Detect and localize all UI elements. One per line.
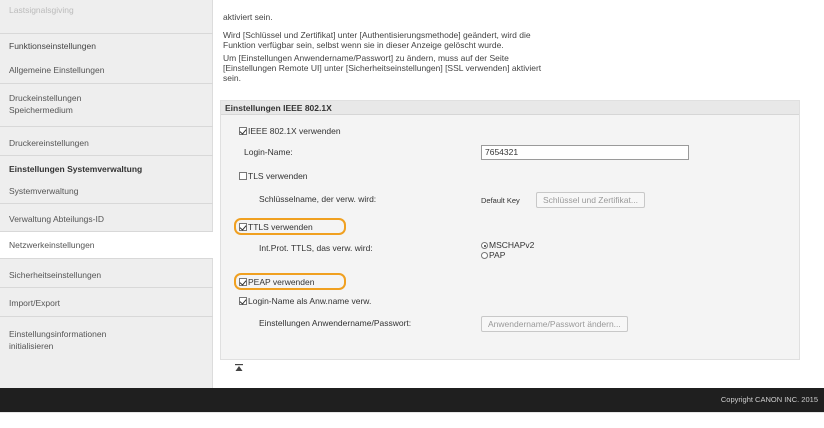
- sidebar-item-label: Druckeinstellungen: [9, 93, 82, 103]
- sidebar-separator: [0, 33, 213, 34]
- checkbox-label: TTLS verwenden: [248, 222, 313, 232]
- default-key-value: Default Key: [481, 196, 520, 205]
- footer: Copyright CANON INC. 2015: [0, 388, 824, 412]
- radio-unselected-icon[interactable]: [481, 252, 488, 259]
- login-name-label: Login-Name:: [244, 147, 293, 157]
- main-content: aktiviert sein. Wird [Schlüssel und Zert…: [214, 0, 824, 388]
- sidebar-item-department-id[interactable]: Verwaltung Abteilungs-ID: [0, 213, 213, 225]
- sidebar-item-faded[interactable]: Lastsignalsgiving: [0, 4, 213, 16]
- checkbox-checked-icon[interactable]: [239, 278, 247, 286]
- sidebar-separator: [0, 287, 213, 288]
- sidebar-section-function-settings: Funktionseinstellungen: [9, 41, 96, 51]
- use-ieee-8021x-checkbox[interactable]: IEEE 802.1X verwenden: [239, 126, 341, 136]
- login-name-as-username-checkbox[interactable]: Login-Name als Anw.name verw.: [239, 296, 371, 306]
- sidebar-section-system-management: Einstellungen Systemverwaltung: [9, 164, 143, 174]
- checkbox-label: Login-Name als Anw.name verw.: [248, 296, 372, 306]
- sidebar-separator: [0, 83, 213, 84]
- checkbox-label: IEEE 802.1X verwenden: [248, 126, 341, 136]
- description-line: [Einstellungen Remote UI] unter [Sicherh…: [223, 63, 542, 73]
- radio-selected-icon[interactable]: [481, 242, 488, 249]
- sidebar-item-network-settings[interactable]: Netzwerkeinstellungen: [0, 231, 213, 259]
- key-and-certificate-button[interactable]: Schlüssel und Zertifikat...: [536, 192, 645, 208]
- sidebar-item-general-settings[interactable]: Allgemeine Einstellungen: [0, 64, 213, 76]
- checkbox-checked-icon[interactable]: [239, 127, 247, 135]
- ieee-8021x-settings-panel: Einstellungen IEEE 802.1X IEEE 802.1X ve…: [220, 100, 800, 360]
- sidebar-separator: [0, 203, 213, 204]
- sidebar-item-label: Speichermedium: [9, 105, 73, 115]
- sidebar-separator: [0, 316, 213, 317]
- checkbox-checked-icon[interactable]: [239, 297, 247, 305]
- bottom-strip: [0, 412, 824, 428]
- section-title: Einstellungen IEEE 802.1X: [221, 101, 799, 115]
- description-line: aktiviert sein.: [223, 12, 273, 22]
- checkbox-label: PEAP verwenden: [248, 277, 315, 287]
- sidebar-separator: [0, 155, 213, 156]
- description-line: Wird [Schlüssel und Zertifikat] unter [A…: [223, 30, 531, 40]
- copyright-text: Copyright CANON INC. 2015: [720, 395, 818, 404]
- login-name-input[interactable]: 7654321: [481, 145, 689, 160]
- description-line: Funktion verfügbar sein, selbst wenn sie…: [223, 40, 504, 50]
- checkbox-unchecked-icon[interactable]: [239, 172, 247, 180]
- sidebar: Lastsignalsgiving Funktionseinstellungen…: [0, 0, 213, 388]
- sidebar-item-security-settings[interactable]: Sicherheitseinstellungen: [0, 269, 213, 281]
- sidebar-item-label: Einstellungsinformationen: [9, 329, 107, 339]
- use-peap-checkbox[interactable]: PEAP verwenden: [239, 277, 314, 287]
- sidebar-item-system-management[interactable]: Systemverwaltung: [0, 185, 213, 197]
- use-ttls-checkbox[interactable]: TTLS verwenden: [239, 222, 313, 232]
- description-line: Um [Einstellungen Anwendername/Passwort]…: [223, 53, 509, 63]
- sidebar-item-printer-settings[interactable]: Druckereinstellungen: [0, 137, 213, 149]
- sidebar-separator: [0, 126, 213, 127]
- sidebar-item-label: initialisieren: [9, 341, 54, 351]
- sidebar-item-print-settings[interactable]: Druckeinstellungen Speichermedium: [0, 92, 213, 116]
- description-line: sein.: [223, 73, 241, 83]
- change-username-password-button[interactable]: Anwendername/Passwort ändern...: [481, 316, 628, 332]
- use-tls-checkbox[interactable]: TLS verwenden: [239, 171, 308, 181]
- ttls-inner-protocol-label: Int.Prot. TTLS, das verw. wird:: [259, 243, 373, 253]
- back-to-top-icon[interactable]: [234, 363, 244, 373]
- sidebar-item-initialize-settings[interactable]: Einstellungsinformationen initialisieren: [0, 328, 213, 352]
- radio-label: PAP: [489, 250, 506, 260]
- mschapv2-radio[interactable]: MSCHAPv2: [481, 240, 534, 250]
- radio-label: MSCHAPv2: [489, 240, 535, 250]
- checkbox-checked-icon[interactable]: [239, 223, 247, 231]
- pap-radio[interactable]: PAP: [481, 250, 505, 260]
- username-password-settings-label: Einstellungen Anwendername/Passwort:: [259, 318, 412, 328]
- checkbox-label: TLS verwenden: [248, 171, 308, 181]
- key-name-label: Schlüsselname, der verw. wird:: [259, 194, 377, 204]
- sidebar-item-import-export[interactable]: Import/Export: [0, 297, 213, 309]
